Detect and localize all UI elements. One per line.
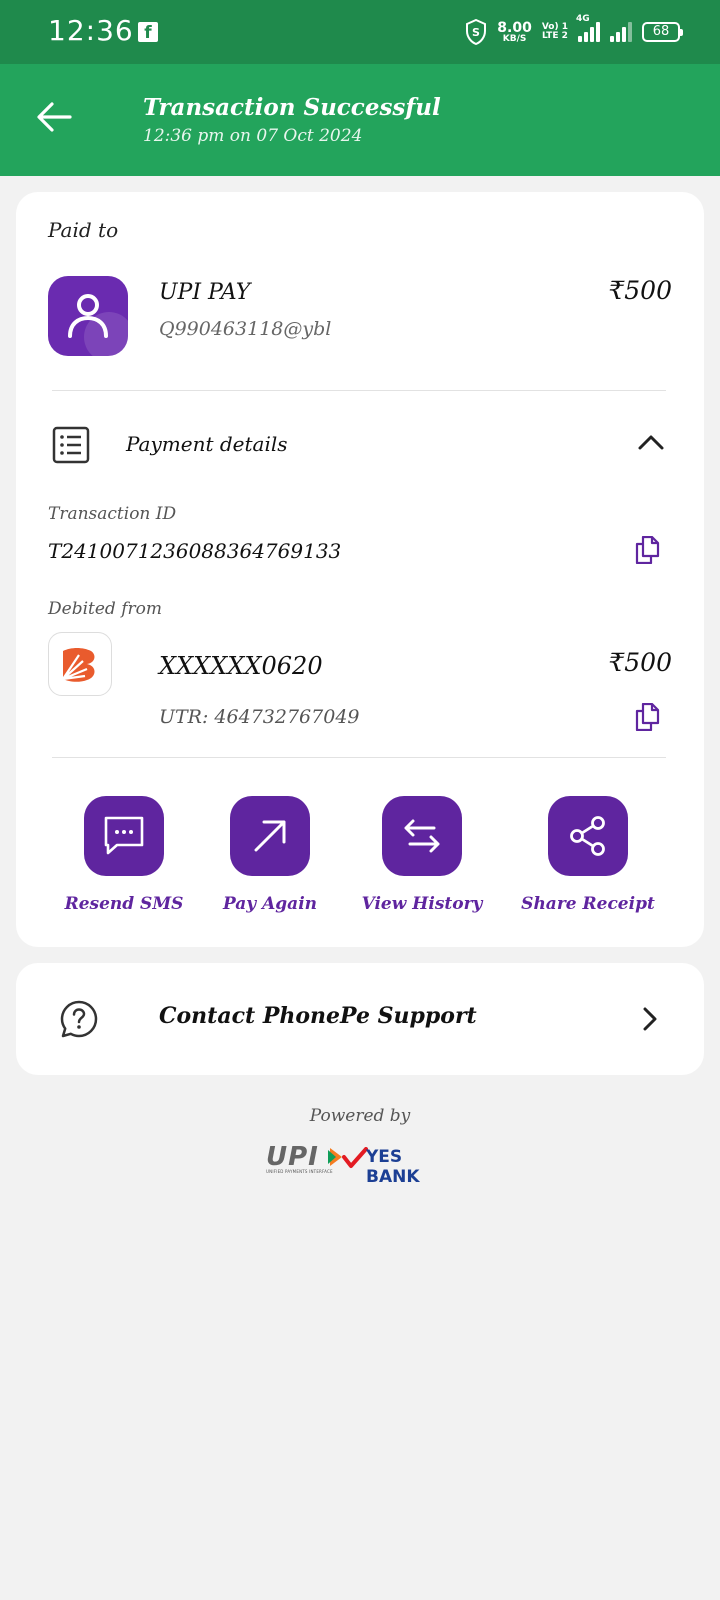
chevron-right-icon[interactable] bbox=[640, 1005, 660, 1033]
arrow-up-right-icon bbox=[254, 820, 286, 852]
view-history-label: View History bbox=[361, 894, 483, 914]
share-receipt-label: Share Receipt bbox=[521, 894, 655, 914]
yes-bank-logo: YES BANK bbox=[366, 1147, 420, 1187]
paid-amount: ₹500 bbox=[608, 276, 672, 305]
share-icon bbox=[570, 816, 605, 856]
signal-bars-1-icon bbox=[578, 22, 600, 42]
volte-indicator: Vo) 1 LTE 2 bbox=[541, 22, 568, 42]
facebook-icon: f bbox=[138, 22, 158, 43]
person-icon bbox=[68, 294, 108, 338]
message-icon bbox=[104, 816, 144, 855]
transaction-id-label: Transaction ID bbox=[48, 504, 177, 524]
status-indicators: S 8.00 KB/S Vo) 1 LTE 2 4G 68 bbox=[465, 14, 683, 50]
payee-upi-id: Q990463118@ybl bbox=[159, 318, 332, 340]
payee-name: UPI PAY bbox=[159, 280, 251, 305]
share-receipt-button[interactable]: Share Receipt bbox=[508, 796, 668, 914]
debited-from-label: Debited from bbox=[48, 599, 162, 619]
view-history-button[interactable]: View History bbox=[342, 796, 502, 914]
signal-1: 4G bbox=[576, 14, 600, 42]
account-number: XXXXXX0620 bbox=[159, 652, 323, 680]
yes-bank-tick-icon bbox=[342, 1147, 368, 1168]
share-receipt-icon-button[interactable] bbox=[548, 796, 628, 876]
help-question-icon bbox=[60, 1000, 98, 1038]
network-type: 4G bbox=[576, 14, 590, 24]
pay-again-icon-button[interactable] bbox=[230, 796, 310, 876]
network-speed: 8.00 KB/S bbox=[497, 21, 532, 44]
upi-logo: UPI bbox=[266, 1142, 319, 1172]
speed-unit: KB/S bbox=[502, 33, 527, 44]
receipt-list-icon bbox=[52, 426, 90, 464]
header: Transaction Successful 12:36 pm on 07 Oc… bbox=[0, 64, 720, 176]
transaction-timestamp: 12:36 pm on 07 Oct 2024 bbox=[143, 126, 363, 146]
pay-again-button[interactable]: Pay Again bbox=[190, 796, 350, 914]
paid-to-label: Paid to bbox=[48, 218, 119, 242]
utr-number: UTR: 464732767049 bbox=[159, 706, 360, 728]
copy-transaction-id-icon[interactable] bbox=[634, 536, 660, 564]
page-title: Transaction Successful bbox=[143, 94, 441, 121]
svg-text:S: S bbox=[472, 26, 480, 39]
pay-again-label: Pay Again bbox=[222, 894, 318, 914]
copy-utr-icon[interactable] bbox=[634, 703, 660, 731]
upi-tagline: UNIFIED PAYMENTS INTERFACE bbox=[266, 1169, 333, 1174]
back-arrow-icon[interactable] bbox=[30, 92, 80, 142]
transaction-id-value: T2410071236088364769133 bbox=[48, 539, 342, 563]
support-card[interactable]: Contact PhonePe Support bbox=[16, 963, 704, 1075]
chevron-up-icon[interactable] bbox=[636, 432, 666, 452]
divider bbox=[52, 390, 666, 391]
resend-sms-icon-button[interactable] bbox=[84, 796, 164, 876]
payment-details-title[interactable]: Payment details bbox=[126, 432, 288, 456]
resend-sms-button[interactable]: Resend SMS bbox=[44, 796, 204, 914]
partner-logos: UPI UNIFIED PAYMENTS INTERFACE YES BANK bbox=[266, 1142, 456, 1187]
divider bbox=[52, 757, 666, 758]
contact-support-label[interactable]: Contact PhonePe Support bbox=[159, 1003, 477, 1029]
speed-value: 8.00 bbox=[497, 19, 532, 36]
battery-icon: 68 bbox=[642, 22, 683, 42]
status-time: 12:36 bbox=[48, 14, 134, 47]
payee-avatar bbox=[48, 276, 128, 356]
bank-of-baroda-logo-icon bbox=[62, 648, 95, 682]
transaction-card: Paid to UPI PAY Q990463118@ybl ₹500 Paym… bbox=[16, 192, 704, 947]
status-bar: 12:36 f S 8.00 KB/S Vo) 1 LTE 2 4G 68 bbox=[0, 0, 720, 64]
swap-arrows-icon bbox=[404, 819, 440, 853]
debited-amount: ₹500 bbox=[608, 648, 672, 677]
volte-bottom: LTE 2 bbox=[541, 31, 568, 41]
powered-by-label: Powered by bbox=[309, 1106, 411, 1126]
signal-bars-2-icon bbox=[610, 22, 632, 42]
shield-icon: S bbox=[466, 19, 487, 45]
bank-logo bbox=[48, 632, 112, 696]
view-history-icon-button[interactable] bbox=[382, 796, 462, 876]
resend-sms-label: Resend SMS bbox=[64, 894, 184, 914]
